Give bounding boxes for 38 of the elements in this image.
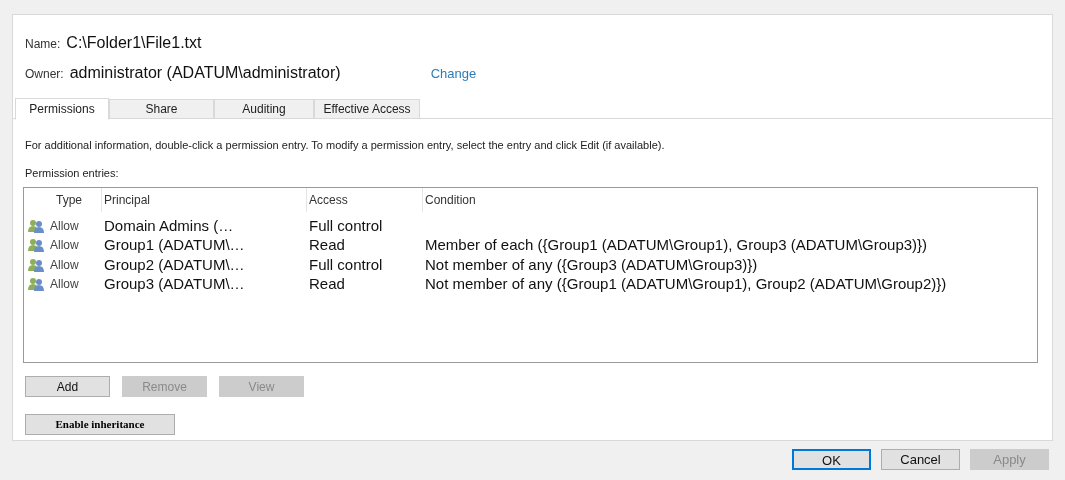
tab[interactable]: Effective Access [314,99,420,119]
type-cell-text: Allow [49,217,80,235]
name-label: Name: [25,36,61,53]
condition-cell-text: Not member of any ({Group3 (ADATUM\Group3)}) [424,254,759,275]
principal-cell-text: Group1 (ADATUM\… [103,235,246,255]
dialog-button[interactable]: Cancel [881,449,960,470]
owner-name: administrator (ADATUM\administrator) [69,63,342,83]
dialog-button[interactable]: OK [792,449,871,470]
access-cell-text: Full control [308,254,384,275]
entry-button[interactable]: Add [25,376,110,397]
access-cell-text: Full control [308,215,384,236]
change-link[interactable]: Change [430,64,477,84]
file-name: C:\Folder1\File1.txt [66,33,202,53]
principal-cell-text: Group3 (ADATUM\… [103,274,246,294]
access-cell-text: Read [308,274,346,294]
permission-entries-label: Permission entries: [24,165,120,181]
tab[interactable]: Permissions [15,98,109,120]
principal-cell-text: Group2 (ADATUM\… [103,254,246,275]
owner-label: Owner: [25,66,64,83]
tab[interactable]: Auditing [214,99,314,119]
user-group-icon [28,257,44,272]
condition-cell-text: Not member of any ({Group1 (ADATUM\Group1), Group2 (ADATUM\Group2)}) [424,274,948,294]
principal-cell-text: Domain Admins (… [103,215,235,236]
type-cell-text: Allow [49,237,80,255]
enable-inheritance-button[interactable]: Enable inheritance [25,413,175,435]
tab[interactable]: Share [109,99,214,119]
access-cell-text: Read [308,235,346,255]
info-text: For additional information, double-click a permission entry. To modify a permission entry, select the entry and click Edit (if available). [24,138,666,153]
column-header[interactable]: Principal [102,188,307,212]
type-cell-text: Allow [49,256,80,274]
column-header[interactable]: Type [48,188,102,212]
column-header[interactable]: Access [307,188,423,212]
user-group-icon [28,277,44,292]
column-header[interactable]: Condition [423,188,1037,212]
user-group-icon [28,218,44,233]
condition-cell-text: Member of each ({Group1 (ADATUM\Group1), Group3 (ADATUM\Group3)}) [424,235,929,255]
type-cell-text: Allow [49,276,80,294]
user-group-icon [28,238,44,253]
